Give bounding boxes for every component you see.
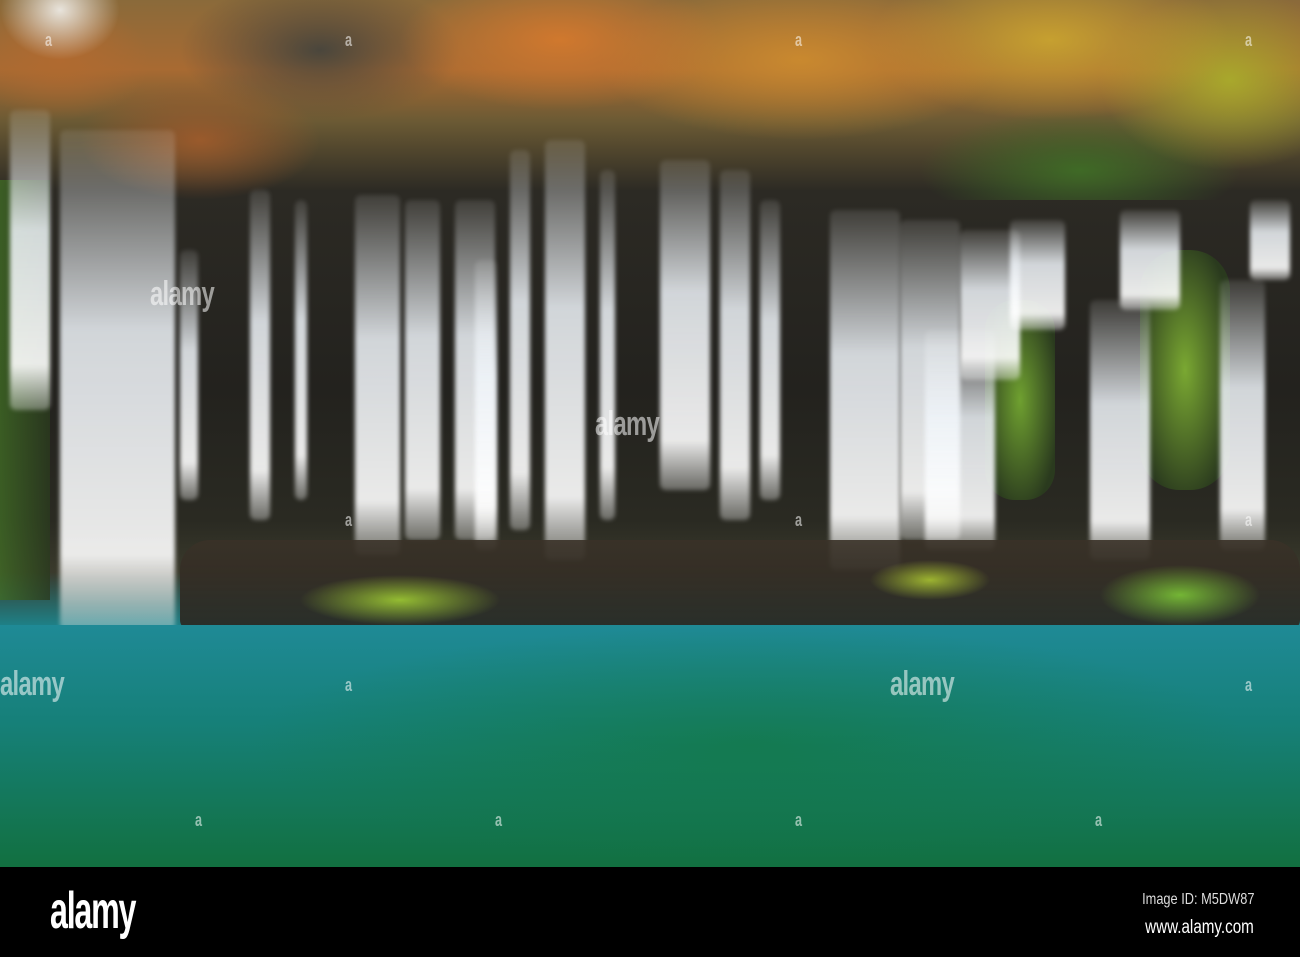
watermark: a — [345, 675, 352, 695]
mossy-rocks — [180, 540, 1300, 630]
water-stream — [600, 170, 615, 520]
sky — [0, 0, 120, 60]
watermark: a — [45, 30, 52, 50]
water-stream — [760, 200, 780, 500]
stock-photo: alamy alamy alamy alamy a a a a a a a a a a a a a alamy … — [0, 0, 1300, 957]
watermark: a — [795, 510, 802, 530]
watermark: a — [495, 810, 502, 830]
watermark: a — [795, 810, 802, 830]
watermark: alamy — [150, 275, 215, 313]
watermark: alamy — [0, 665, 65, 703]
water-stream — [510, 150, 530, 530]
water-stream — [830, 210, 900, 570]
watermark: a — [1245, 510, 1252, 530]
watermark: a — [1095, 810, 1102, 830]
watermark: a — [1245, 30, 1252, 50]
water-stream — [1120, 210, 1180, 310]
site-url: www.alamy.com — [1145, 917, 1254, 938]
autumn-foliage — [0, 0, 1300, 200]
watermark: a — [345, 30, 352, 50]
image-id: Image ID: M5DW87 — [1141, 891, 1254, 908]
water-stream — [660, 160, 710, 490]
water-stream — [720, 170, 750, 520]
watermark: a — [195, 810, 202, 830]
footer-bar: alamy Image ID: M5DW87 www.alamy.com — [0, 867, 1300, 957]
water-stream — [1090, 300, 1150, 560]
water-stream — [10, 110, 50, 410]
water-stream — [545, 140, 585, 560]
water-stream — [250, 190, 270, 520]
watermark: a — [345, 510, 352, 530]
water-stream — [1250, 200, 1290, 280]
alamy-logo: alamy — [50, 882, 136, 940]
water-stream — [1010, 220, 1065, 330]
watermark: a — [1245, 675, 1252, 695]
water-stream — [1220, 280, 1265, 550]
water-stream — [405, 200, 440, 540]
water-stream — [295, 200, 307, 500]
water-stream — [60, 130, 175, 630]
watermark: alamy — [595, 405, 660, 443]
waterfall-photo: alamy alamy alamy alamy a a a a a a a a a a a a a — [0, 0, 1300, 867]
watermark: alamy — [890, 665, 955, 703]
watermark: a — [795, 30, 802, 50]
water-stream — [355, 195, 400, 555]
water-stream — [475, 260, 497, 550]
